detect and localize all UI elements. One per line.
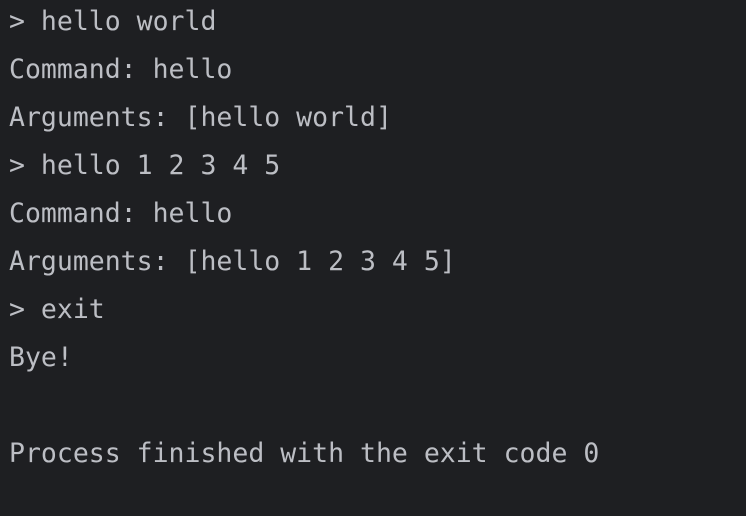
process-exit-message: Process finished with the exit code 0 [9, 438, 600, 469]
input-line: > hello 1 2 3 4 5 [9, 150, 281, 181]
input-line: > hello world [9, 6, 217, 37]
output-line: Bye! [9, 342, 73, 373]
output-line: Command: hello [9, 54, 233, 85]
output-line: Arguments: [hello 1 2 3 4 5] [9, 246, 456, 277]
console-output: > hello world Command: hello Arguments: … [9, 0, 599, 480]
output-line: Command: hello [9, 198, 233, 229]
input-line: > exit [9, 294, 105, 325]
output-line: Arguments: [hello world] [9, 102, 392, 133]
